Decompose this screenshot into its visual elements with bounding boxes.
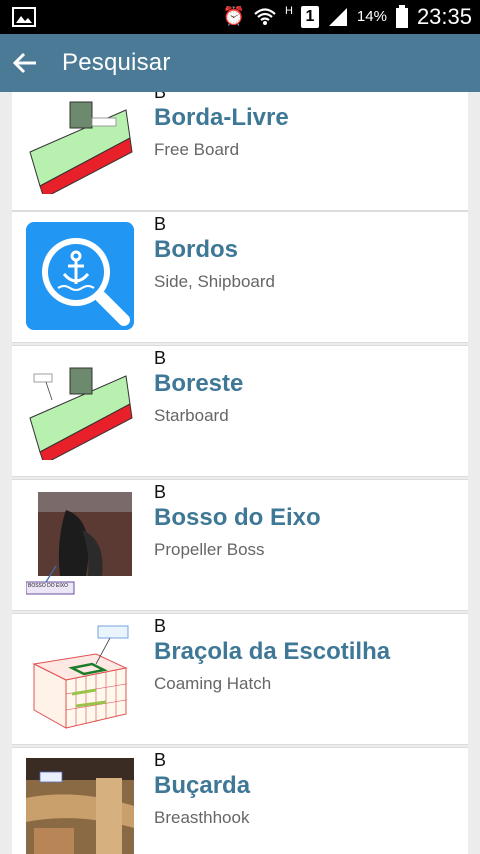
list-item[interactable]: BOSSO DO EIXO B Bosso do Eixo Propeller … xyxy=(12,479,468,611)
app-bar: Pesquisar xyxy=(0,34,480,92)
item-term: Buçarda xyxy=(154,772,251,799)
ship-search-thumbnail xyxy=(26,222,134,330)
list-item[interactable]: B Bordos Side, Shipboard xyxy=(12,211,468,343)
list-item[interactable]: B Buçarda Breasthhook xyxy=(12,747,468,854)
item-letter: B xyxy=(154,214,167,234)
thumbnail-caption: BOSSO DO EIXO xyxy=(28,583,69,589)
item-term: Borda-Livre xyxy=(154,104,289,131)
battery-icon xyxy=(395,5,408,28)
list-item[interactable]: B Boreste Starboard xyxy=(12,345,468,477)
sim-1-icon: 1 xyxy=(300,6,319,28)
item-translation: Side, Shipboard xyxy=(154,272,275,291)
page-title: Pesquisar xyxy=(62,49,171,76)
ship-starboard-thumbnail xyxy=(26,356,134,464)
ship-freeboard-thumbnail xyxy=(26,92,134,198)
hatch-coaming-thumbnail xyxy=(26,624,134,732)
breasthook-thumbnail xyxy=(26,758,134,854)
item-translation: Breasthhook xyxy=(154,808,250,827)
item-translation: Coaming Hatch xyxy=(154,674,272,693)
wifi-icon xyxy=(254,8,276,25)
propeller-boss-thumbnail: BOSSO DO EIXO xyxy=(26,490,134,598)
arrow-back-icon xyxy=(12,52,36,74)
item-letter: B xyxy=(154,616,167,636)
clock: 23:35 xyxy=(416,4,472,29)
item-letter: B xyxy=(154,348,167,368)
item-letter: B xyxy=(154,92,167,102)
back-button[interactable] xyxy=(2,34,48,92)
battery-percentage: 14% xyxy=(356,8,387,25)
item-term: Bordos xyxy=(154,236,238,263)
list-item[interactable]: B Borda-Livre Free Board xyxy=(12,92,468,211)
status-icons: ⏰ H 1 14% 23:35 xyxy=(223,0,472,34)
item-letter: B xyxy=(154,750,167,770)
image-icon xyxy=(12,7,36,27)
status-bar: ⏰ H 1 14% 23:35 xyxy=(0,0,480,34)
item-term: Bosso do Eixo xyxy=(154,504,321,531)
list-item[interactable]: B Braçola da Escotilha Coaming Hatch xyxy=(12,613,468,745)
signal-icon xyxy=(328,8,347,26)
item-translation: Starboard xyxy=(154,406,229,425)
alarm-icon: ⏰ xyxy=(222,6,245,27)
network-type-indicator: H xyxy=(284,5,293,17)
item-translation: Free Board xyxy=(154,140,240,159)
item-term: Boreste xyxy=(154,370,244,397)
item-term: Braçola da Escotilha xyxy=(154,638,391,665)
item-translation: Propeller Boss xyxy=(154,540,265,559)
item-letter: B xyxy=(154,482,167,502)
results-list[interactable]: B Borda-Livre Free Board B Bordos Side, … xyxy=(0,92,480,854)
